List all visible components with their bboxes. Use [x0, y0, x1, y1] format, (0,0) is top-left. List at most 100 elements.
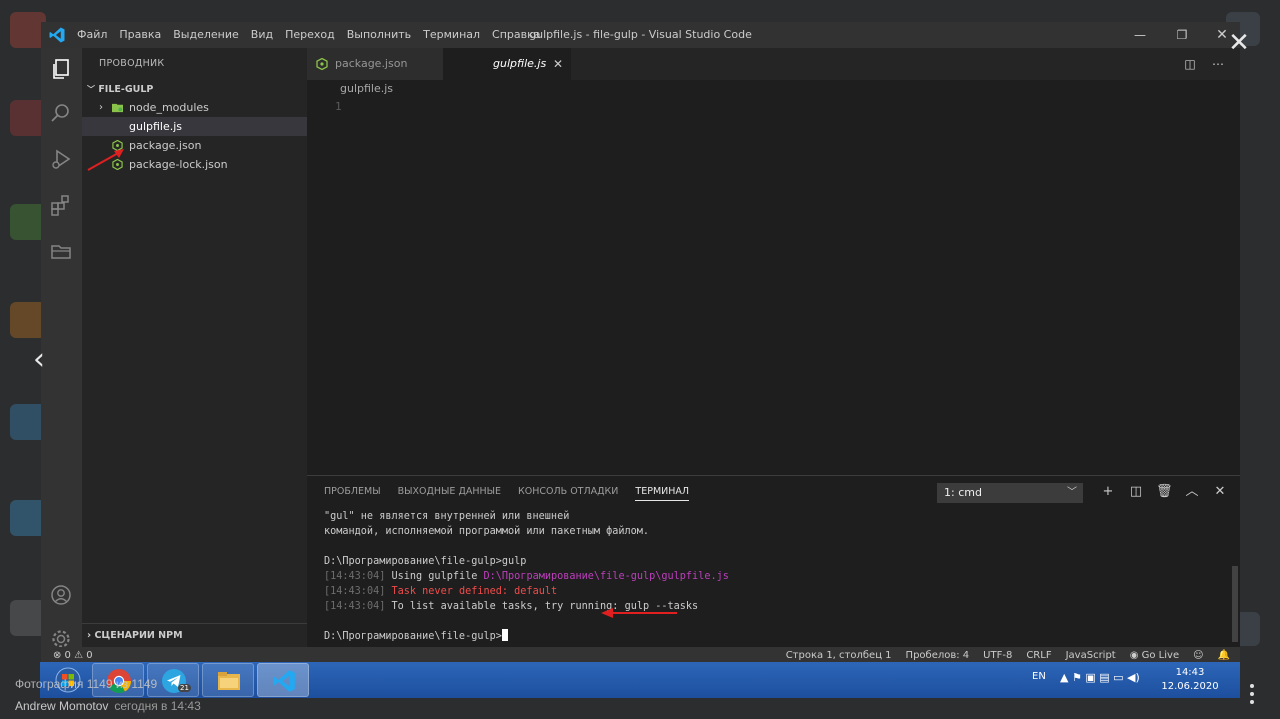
vscode-window: Файл Правка Выделение Вид Переход Выполн…: [41, 22, 1240, 664]
tab-package-json[interactable]: package.json: [307, 48, 443, 80]
photo-time: сегодня в 14:43: [114, 699, 201, 713]
minimize-button[interactable]: —: [1126, 25, 1154, 45]
menu-view[interactable]: Вид: [251, 28, 273, 41]
terminal-line: [14:43:04] To list available tasks, try …: [324, 601, 699, 612]
accounts-icon[interactable]: [48, 582, 74, 608]
tab-output[interactable]: ВЫХОДНЫЕ ДАННЫЕ: [398, 486, 501, 501]
prompt: D:\Програмирование\file-gulp>: [324, 631, 502, 642]
taskbar: 21 EN ▲ ⚑ ▣ ▤ ▭ ◀) 14:43 12.06.2020: [40, 662, 1240, 698]
terminal-line: [14:43:04] Task never defined: default: [324, 586, 558, 597]
tree-item-label: gulpfile.js: [129, 120, 183, 133]
terminal-select-value: 1: cmd: [944, 486, 982, 499]
npm-section-label: СЦЕНАРИИ NPM: [94, 630, 183, 641]
line-number: 1: [335, 100, 342, 113]
title-bar: Файл Правка Выделение Вид Переход Выполн…: [41, 22, 1240, 48]
terminal-line: D:\Програмирование\file-gulp>: [324, 629, 1224, 644]
terminal-output[interactable]: "gul" не является внутренней или внешней…: [324, 509, 1224, 644]
kill-terminal-icon[interactable]: 🗑: [1156, 484, 1173, 500]
taskbar-explorer[interactable]: [202, 663, 254, 697]
go-live-label: Go Live: [1141, 650, 1180, 661]
panel-tabs: ПРОБЛЕМЫ ВЫХОДНЫЕ ДАННЫЕ КОНСОЛЬ ОТЛАДКИ…: [324, 486, 690, 501]
close-icon[interactable]: ✕: [1228, 30, 1250, 56]
explorer-header: ПРОВОДНИК: [99, 58, 165, 69]
menu-run[interactable]: Выполнить: [347, 28, 411, 41]
timestamp: 14:43:04: [330, 601, 380, 612]
tree-item-label: package-lock.json: [129, 158, 228, 171]
tree-item-label: package.json: [129, 139, 202, 152]
clock[interactable]: 14:43 12.06.2020: [1160, 666, 1220, 694]
menu-file[interactable]: Файл: [77, 28, 107, 41]
chevron-left-icon[interactable]: ‹: [33, 345, 53, 375]
editor-area: package.json gulpfile.js ✕ ◫ ⋯ gulpfile.…: [307, 48, 1240, 475]
terminal-select[interactable]: 1: cmd ﹀: [937, 483, 1083, 503]
menu-help[interactable]: Справка: [492, 28, 540, 41]
search-icon[interactable]: [48, 100, 74, 126]
gulpfile-path: D:\Програмирование\file-gulp\gulpfile.js: [483, 571, 729, 582]
split-editor-icon[interactable]: ◫: [1183, 57, 1197, 71]
tree-item-gulpfile[interactable]: gulpfile.js: [82, 117, 307, 136]
more-actions-icon[interactable]: ⋯: [1211, 57, 1225, 71]
menu-go[interactable]: Переход: [285, 28, 335, 41]
tab-gulpfile[interactable]: gulpfile.js ✕: [443, 48, 571, 80]
vscode-icon: [273, 670, 295, 692]
author-name[interactable]: Andrew Momotov: [15, 699, 108, 713]
vscode-logo-icon: [49, 27, 65, 43]
tab-problems[interactable]: ПРОБЛЕМЫ: [324, 486, 381, 501]
npm-scripts-section[interactable]: › СЦЕНАРИИ NPM: [82, 623, 307, 647]
folder-icon: [112, 103, 123, 113]
run-debug-icon[interactable]: [48, 146, 74, 172]
split-terminal-icon[interactable]: ◫: [1128, 484, 1144, 500]
timestamp: 14:43:04: [330, 571, 380, 582]
restore-button[interactable]: ❐: [1168, 25, 1196, 45]
extensions-icon[interactable]: [48, 192, 74, 218]
maximize-panel-icon[interactable]: ︿: [1184, 484, 1200, 500]
notification-badge: 21: [178, 684, 191, 692]
workspace-folder[interactable]: ﹀ FILE-GULP: [87, 84, 153, 95]
clock-time: 14:43: [1175, 667, 1205, 678]
input-language[interactable]: EN: [1032, 671, 1046, 682]
menu-selection[interactable]: Выделение: [173, 28, 239, 41]
tab-terminal[interactable]: ТЕРМИНАЛ: [635, 486, 690, 501]
editor-tabs: package.json gulpfile.js ✕ ◫ ⋯: [307, 48, 1240, 80]
tab-label: gulpfile.js: [493, 57, 547, 70]
explorer-sidebar: ПРОВОДНИК ﹀ FILE-GULP › node_modules gul…: [82, 48, 307, 647]
tree-item-node-modules[interactable]: › node_modules: [82, 98, 307, 117]
error-message: Task never defined: default: [391, 586, 558, 597]
taskbar-vscode[interactable]: [257, 663, 309, 697]
folder-name: FILE-GULP: [98, 84, 154, 95]
terminal-scrollbar[interactable]: [1232, 566, 1238, 642]
tab-debug-console[interactable]: КОНСОЛЬ ОТЛАДКИ: [518, 486, 618, 501]
terminal-line: командой, исполняемой программой или пак…: [324, 526, 650, 537]
timestamp: 14:43:04: [330, 586, 380, 597]
menu-edit[interactable]: Правка: [119, 28, 161, 41]
menu-terminal[interactable]: Терминал: [423, 28, 480, 41]
more-options-icon[interactable]: [1246, 684, 1258, 708]
terminal-line: D:\Програмирование\file-gulp>gulp: [324, 556, 527, 567]
close-icon[interactable]: ✕: [553, 48, 563, 80]
tray-icons[interactable]: ▲ ⚑ ▣ ▤ ▭ ◀): [1060, 671, 1140, 684]
annotation-arrow-icon: [87, 149, 124, 171]
breadcrumb[interactable]: gulpfile.js: [340, 82, 393, 95]
bottom-panel: ПРОБЛЕМЫ ВЫХОДНЫЕ ДАННЫЕ КОНСОЛЬ ОТЛАДКИ…: [307, 475, 1240, 647]
file-explorer-icon: [218, 672, 240, 690]
clock-date: 12.06.2020: [1161, 681, 1219, 692]
photo-author: Andrew Momotov сегодня в 14:43: [15, 699, 201, 713]
using-text: Using gulpfile: [391, 571, 478, 582]
broadcast-icon: ◉: [1129, 650, 1142, 661]
npm-json-icon: [316, 58, 328, 70]
chevron-right-icon: ›: [99, 102, 103, 113]
terminal-line: [14:43:04] Using gulpfile D:\Програмиров…: [324, 571, 729, 582]
chevron-down-icon: ﹀: [1067, 487, 1077, 498]
menu-bar: Файл Правка Выделение Вид Переход Выполн…: [77, 28, 541, 41]
terminal-cursor: [501, 629, 508, 641]
new-terminal-icon[interactable]: +: [1100, 484, 1116, 500]
photo-counter: Фотография 1149 из 1149: [15, 677, 158, 691]
close-panel-icon[interactable]: ✕: [1212, 484, 1228, 500]
remote-explorer-icon[interactable]: [48, 238, 74, 264]
annotation-arrow-icon: [601, 608, 677, 618]
explorer-icon[interactable]: [48, 56, 74, 82]
tree-item-label: node_modules: [129, 101, 209, 114]
photo-viewer: Файл Правка Выделение Вид Переход Выполн…: [0, 0, 1280, 719]
